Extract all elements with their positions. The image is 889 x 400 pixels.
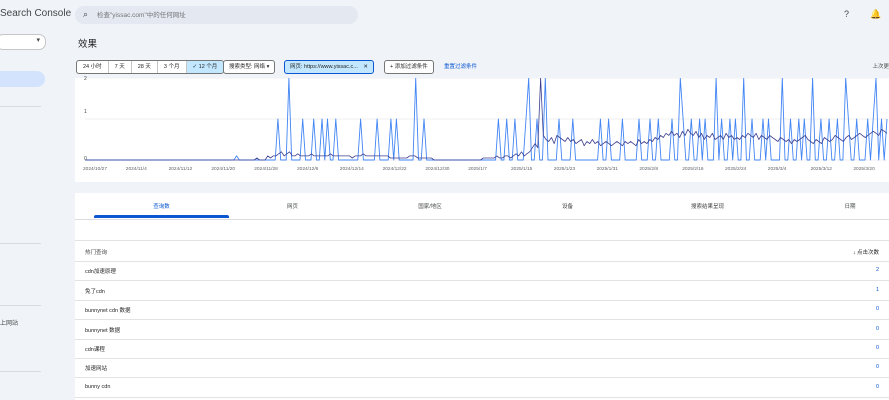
performance-chart-card: 2024/10/27 2024/11/4 2024/11/12 2024/11/20 2… (75, 77, 889, 182)
clicks-cell: 2 (875, 267, 879, 273)
clicks-cell: 0 (875, 384, 879, 390)
x-tick-label: 2024/12/14 (340, 166, 364, 172)
x-tick-label: 2025/3/12 (811, 166, 833, 172)
table-row[interactable]: bunny cdn 0 (75, 378, 889, 398)
query-cell: 加速网站 (85, 366, 108, 372)
date-range-selector[interactable]: 24 小时 7 天 28 天 3 个月 ✓ 12 个月 (76, 60, 225, 74)
sidebar-divider (0, 305, 41, 306)
dimension-tabs: 查询数 网页 国家/地区 设备 搜索结果呈现 日期 (75, 193, 889, 220)
column-header-clicks[interactable]: ↓ 点击次数 (853, 248, 879, 256)
tab-dates[interactable]: 日期 (785, 202, 889, 210)
page-filter-chip[interactable]: 网页: https://www.yissac.c... ✕ (284, 60, 374, 74)
x-tick-label: 2025/3/4 (768, 166, 787, 172)
x-tick-label: 2024/12/30 (425, 166, 449, 172)
table-row[interactable]: 加速网站 0 (75, 358, 889, 378)
x-tick-label: 2025/2/8 (639, 166, 658, 172)
sidebar-divider (0, 106, 41, 107)
table-row[interactable]: cdn课程 0 (75, 339, 889, 359)
clicks-cell: 1 (875, 287, 879, 293)
tab-countries[interactable]: 国家/地区 (365, 202, 495, 210)
dimensions-table-card: 查询数 网页 国家/地区 设备 搜索结果呈现 日期 热门查询 ↓ 点击次数 cd… (75, 193, 889, 400)
tab-queries[interactable]: 查询数 (94, 202, 229, 210)
query-cell: bunny cdn (85, 384, 111, 390)
x-tick-label: 2024/10/27 (83, 166, 107, 172)
y-tick-label: 0 (84, 156, 87, 162)
table-row[interactable]: cdn加速原理 2 (75, 261, 889, 281)
notifications-icon[interactable]: 🔔 (870, 9, 881, 20)
query-cell: bunnynet cdn 数据 (85, 308, 131, 314)
x-tick-label: 2024/11/20 (211, 166, 235, 172)
tab-pages[interactable]: 网页 (235, 202, 350, 210)
x-tick-label: 2024/12/22 (383, 166, 407, 172)
search-input[interactable] (97, 6, 347, 24)
x-tick-label: 2025/1/23 (554, 166, 576, 172)
table-row[interactable]: bunnynet 数据 0 (75, 320, 889, 340)
clicks-cell: 0 (875, 306, 879, 312)
performance-chart: 2024/10/27 2024/11/4 2024/11/12 2024/11/20 2… (83, 77, 888, 172)
close-icon[interactable]: ✕ (363, 64, 368, 70)
table-row[interactable]: 免了cdn 1 (75, 281, 889, 301)
sidebar-item-performance[interactable] (0, 71, 45, 87)
add-filter-button[interactable]: + 添加过滤条件 (384, 60, 434, 74)
clicks-cell: 0 (875, 345, 879, 351)
sidebar-divider (0, 371, 41, 372)
x-tick-label: 2025/2/24 (725, 166, 747, 172)
search-icon: ⌕ (83, 9, 89, 19)
query-cell: cdn课程 (85, 347, 105, 353)
tab-search-appearance[interactable]: 搜索结果呈现 (645, 202, 770, 210)
table-row[interactable]: bunnynet cdn 数据 0 (75, 300, 889, 320)
x-tick-label: 2025/2/16 (682, 166, 704, 172)
column-header-query: 热门查询 (85, 250, 108, 256)
sidebar-divider (0, 243, 41, 244)
search-type-filter[interactable]: 搜索类型: 网络 ▾ (223, 60, 276, 74)
x-tick-label: 2024/11/4 (126, 166, 147, 172)
help-icon[interactable]: ? (844, 9, 849, 19)
x-tick-label: 2025/1/31 (597, 166, 619, 172)
last-updated-text: 上次更 (872, 64, 889, 70)
y-tick-label: 2 (84, 76, 87, 82)
query-cell: bunnynet 数据 (85, 328, 121, 334)
date-option-3m[interactable]: 3 个月 (158, 61, 187, 73)
x-tick-label: 2024/11/28 (254, 166, 278, 172)
x-tick-label: 2025/1/15 (511, 166, 533, 172)
url-inspection-search[interactable]: ⌕ (75, 6, 358, 24)
date-option-24h[interactable]: 24 小时 (77, 61, 109, 73)
query-cell: 免了cdn (85, 289, 105, 295)
tab-devices[interactable]: 设备 (505, 202, 630, 210)
date-option-7d[interactable]: 7 天 (109, 61, 132, 73)
reset-filters-link[interactable]: 重置过滤条件 (444, 62, 477, 70)
x-tick-label: 2025/1/7 (468, 166, 487, 172)
date-option-28d[interactable]: 28 天 (132, 61, 158, 73)
page-filter-label: 网页: https://www.yissac.c... (290, 64, 358, 70)
date-option-12m[interactable]: ✓ 12 个月 (186, 61, 224, 73)
query-cell: cdn加速原理 (85, 269, 116, 275)
sidebar-item-label[interactable]: 上网站 (0, 318, 18, 327)
x-tick-label: 2024/11/12 (169, 166, 193, 172)
active-tab-indicator (94, 215, 229, 218)
app-brand[interactable]: Search Console (0, 8, 71, 19)
table-header: 热门查询 ↓ 点击次数 (75, 240, 889, 262)
page-title: 效果 (78, 39, 98, 50)
x-tick-label: 2024/12/6 (297, 166, 319, 172)
y-tick-label: 1 (84, 109, 87, 115)
clicks-cell: 0 (875, 326, 879, 332)
clicks-cell: 0 (875, 364, 879, 370)
chevron-down-icon: ▾ (36, 37, 40, 44)
x-tick-label: 2025/3/20 (853, 166, 875, 172)
property-selector[interactable]: ▾ (0, 34, 46, 50)
